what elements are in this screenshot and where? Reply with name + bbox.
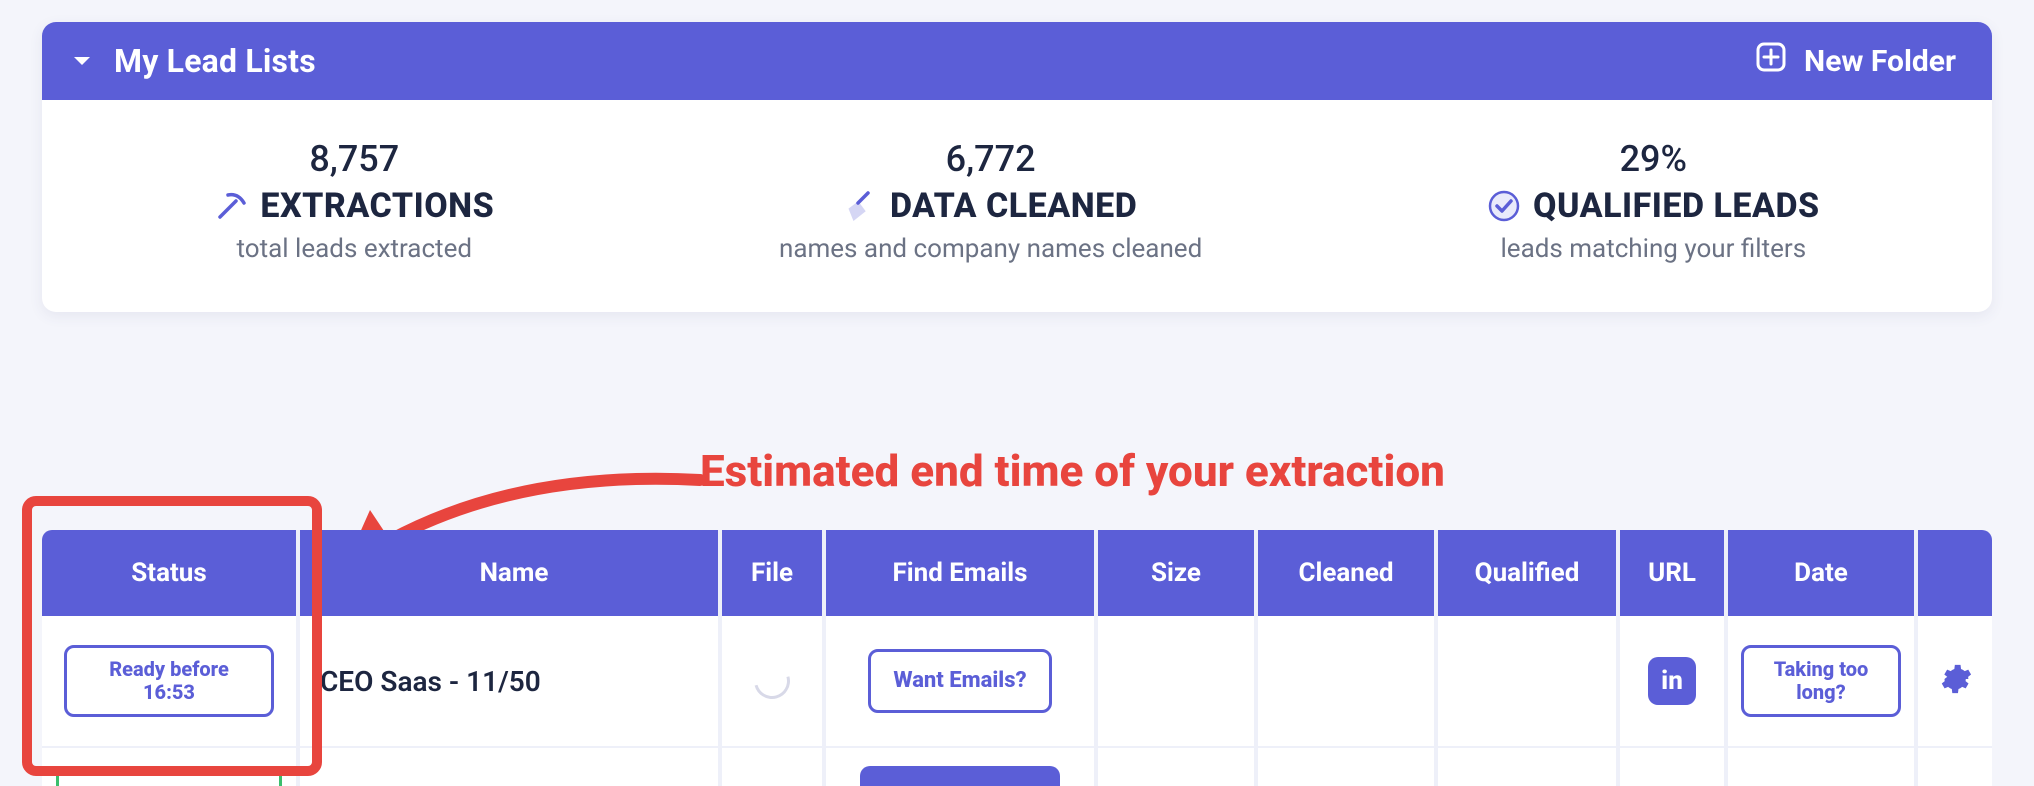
gear-icon[interactable] (1938, 662, 1972, 700)
annotation-text: Estimated end time of your extraction (700, 445, 1445, 497)
table-row: Ready before 16:53 CEO Saas - 11/50 Want… (42, 616, 1992, 746)
stat-value: 6,772 (779, 138, 1202, 180)
stat-label: EXTRACTIONS (260, 186, 494, 226)
new-folder-label: New Folder (1804, 44, 1956, 79)
cell-size (1098, 616, 1258, 746)
cell-qualified (1438, 616, 1620, 746)
cell-name[interactable]: CEO Saas - 11/50 (300, 616, 722, 746)
linkedin-icon[interactable]: in (1648, 657, 1696, 705)
col-url[interactable]: URL (1620, 530, 1728, 616)
cell-status: Ready before 16:53 (42, 616, 300, 746)
table-header-row: Status Name File Find Emails Size Cleane… (42, 530, 1992, 616)
pickaxe-icon (214, 189, 248, 223)
status-pill-partial[interactable] (56, 766, 282, 786)
col-actions (1918, 530, 1992, 616)
chevron-down-icon (70, 49, 94, 73)
lead-lists-panel: My Lead Lists New Folder 8,757 (42, 22, 1992, 312)
plus-square-icon (1756, 42, 1786, 80)
loading-spinner-icon (747, 656, 796, 705)
col-file[interactable]: File (722, 530, 826, 616)
cell-actions (1918, 616, 1992, 746)
stat-sub: leads matching your filters (1487, 234, 1820, 264)
stat-extractions: 8,757 EXTRACTIONS total leads extracted (214, 138, 494, 264)
cell-cleaned (1258, 616, 1438, 746)
panel-title: My Lead Lists (114, 42, 316, 80)
cell-cleaned (1258, 746, 1438, 786)
col-qualified[interactable]: Qualified (1438, 530, 1620, 616)
col-cleaned[interactable]: Cleaned (1258, 530, 1438, 616)
stat-label: QUALIFIED LEADS (1533, 186, 1820, 226)
col-emails[interactable]: Find Emails (826, 530, 1098, 616)
cell-date: Taking too long? (1728, 616, 1918, 746)
cell-url: in (1620, 616, 1728, 746)
stats-row: 8,757 EXTRACTIONS total leads extracted … (42, 100, 1992, 312)
linkedin-icon-text: in (1661, 666, 1683, 696)
stat-qualified: 29% QUALIFIED LEADS leads matching your … (1487, 138, 1820, 264)
cell-date (1728, 746, 1918, 786)
panel-header: My Lead Lists New Folder (42, 22, 1992, 100)
cell-url (1620, 746, 1728, 786)
check-circle-icon (1487, 189, 1521, 223)
cell-status (42, 746, 300, 786)
cell-file (722, 616, 826, 746)
stat-value: 29% (1487, 138, 1820, 180)
stat-value: 8,757 (214, 138, 494, 180)
want-emails-button[interactable]: Want Emails? (868, 649, 1051, 712)
stat-sub: total leads extracted (214, 234, 494, 264)
new-folder-button[interactable]: New Folder (1756, 42, 1956, 80)
leads-table: Status Name File Find Emails Size Cleane… (42, 530, 1992, 786)
cell-qualified (1438, 746, 1620, 786)
cell-file (722, 746, 826, 786)
broom-icon (844, 189, 878, 223)
stat-sub: names and company names cleaned (779, 234, 1202, 264)
stat-cleaned: 6,772 DATA CLEANED names and company nam… (779, 138, 1202, 264)
cell-size (1098, 746, 1258, 786)
cell-actions (1918, 746, 1992, 786)
cell-name (300, 746, 722, 786)
emails-pill-partial[interactable] (860, 766, 1060, 786)
col-date[interactable]: Date (1728, 530, 1918, 616)
cell-emails: Want Emails? (826, 616, 1098, 746)
col-name[interactable]: Name (300, 530, 722, 616)
table-row (42, 746, 1992, 786)
header-left[interactable]: My Lead Lists (70, 42, 316, 80)
stat-label: DATA CLEANED (890, 186, 1137, 226)
taking-too-long-button[interactable]: Taking too long? (1741, 645, 1901, 717)
col-size[interactable]: Size (1098, 530, 1258, 616)
cell-emails (826, 746, 1098, 786)
status-pill[interactable]: Ready before 16:53 (64, 645, 274, 717)
col-status[interactable]: Status (42, 530, 300, 616)
